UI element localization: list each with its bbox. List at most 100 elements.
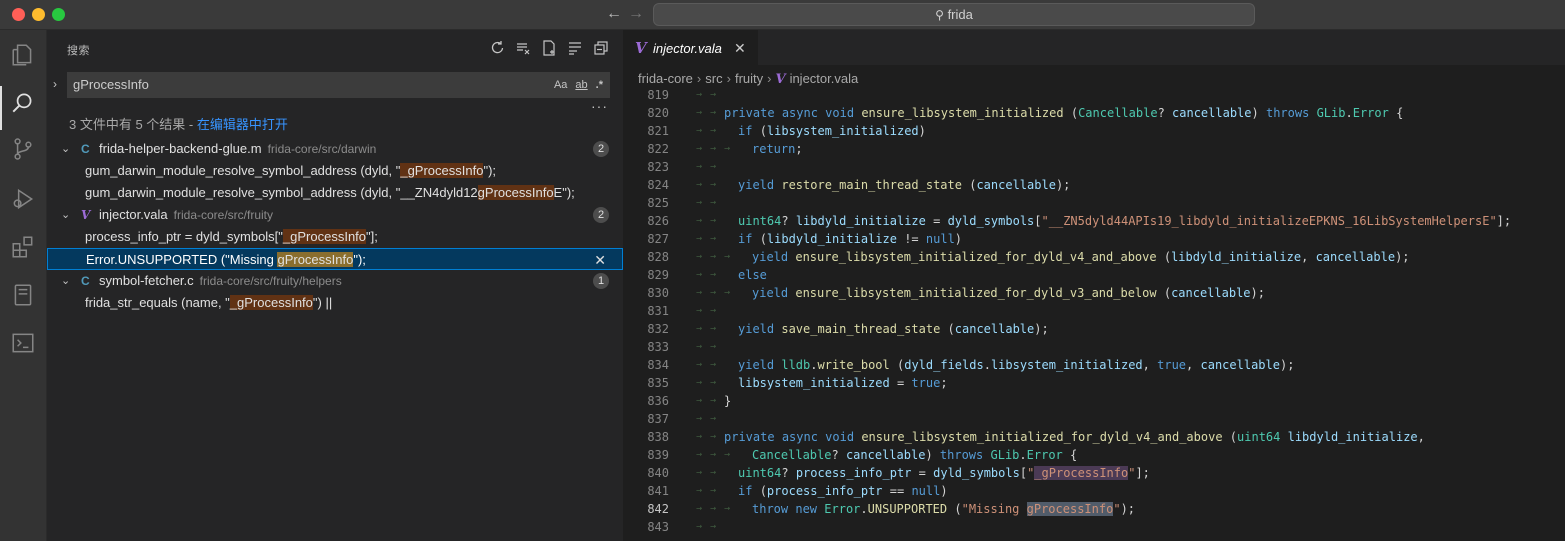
match-highlight: gProcessInfo: [477, 185, 554, 200]
command-center[interactable]: ⚲ frida: [653, 3, 1255, 26]
close-window-button[interactable]: [12, 8, 25, 21]
line-number: 824: [647, 178, 669, 192]
code-text: return;: [752, 142, 803, 156]
code-line[interactable]: 838 → → private async void ensure_libsystem…: [623, 428, 1565, 446]
code-line[interactable]: 829 → → else: [623, 266, 1565, 284]
match-text-before: frida_str_equals (name, ": [85, 295, 230, 310]
match-text-before: process_info_ptr = dyld_symbols[": [85, 229, 283, 244]
code-text: private async void ensure_libsystem_init…: [724, 106, 1404, 120]
match-highlight: _gProcessInfo: [400, 163, 484, 178]
code-line[interactable]: 841 → → if (process_info_ptr == null): [623, 482, 1565, 500]
match-text-after: "];: [366, 229, 378, 244]
chevron-down-icon[interactable]: ⌄: [61, 204, 70, 226]
code-line[interactable]: 835 → → libsystem_initialized = true;: [623, 374, 1565, 392]
collapse-all-icon[interactable]: [593, 40, 609, 56]
view-as-tree-icon[interactable]: [567, 40, 583, 56]
code-line[interactable]: 836 → →}: [623, 392, 1565, 410]
result-match-row[interactable]: gum_darwin_module_resolve_symbol_address…: [47, 182, 623, 204]
back-arrow-icon[interactable]: ←: [606, 5, 622, 23]
search-view-icon[interactable]: [10, 90, 36, 116]
result-file-row[interactable]: ⌄ C symbol-fetcher.c frida-core/src/fruit…: [47, 270, 623, 292]
code-line[interactable]: 830 → → → yield ensure_libsystem_initialized…: [623, 284, 1565, 302]
code-line[interactable]: 843 → →: [623, 518, 1565, 536]
breadcrumb-item[interactable]: fruity: [735, 71, 763, 86]
minimize-window-button[interactable]: [32, 8, 45, 21]
code-line[interactable]: 840 → → uint64? process_info_ptr = dyld_sym…: [623, 464, 1565, 482]
match-text-before: Error.UNSUPPORTED ("Missing: [86, 252, 278, 267]
breadcrumb-item[interactable]: injector.vala: [790, 71, 859, 86]
code-view[interactable]: 819 → → 820 → → private async void ensure_libs…: [623, 86, 1565, 541]
line-number: 838: [647, 430, 669, 444]
code-line[interactable]: 827 → → if (libdyld_initialize != null): [623, 230, 1565, 248]
breadcrumb-separator-icon: ›: [696, 71, 702, 86]
result-match-row[interactable]: gum_darwin_module_resolve_symbol_address…: [47, 160, 623, 182]
line-number: 822: [647, 142, 669, 156]
code-line[interactable]: 831 → →: [623, 302, 1565, 320]
command-center-text: frida: [947, 7, 973, 22]
extensions-icon[interactable]: [10, 234, 36, 260]
breadcrumb-item[interactable]: src: [705, 71, 722, 86]
refresh-icon[interactable]: [489, 40, 505, 56]
code-line[interactable]: 826 → → uint64? libdyld_initialize = dyld_s…: [623, 212, 1565, 230]
code-text: libsystem_initialized = true;: [738, 376, 948, 390]
toggle-replace-chevron-icon[interactable]: ›: [53, 77, 57, 91]
tab-injector-vala[interactable]: V injector.vala ✕: [623, 30, 758, 65]
code-line[interactable]: 822 → → → return;: [623, 140, 1565, 158]
code-line[interactable]: 828 → → → yield ensure_libsystem_initialized…: [623, 248, 1565, 266]
match-whole-word-toggle[interactable]: ab: [575, 73, 587, 97]
line-number: 836: [647, 394, 669, 408]
code-line[interactable]: 842 → → → throw new Error.UNSUPPORTED ("Miss…: [623, 500, 1565, 518]
code-line[interactable]: 820 → → private async void ensure_libsystem…: [623, 104, 1565, 122]
tab-bar: V injector.vala ✕: [623, 30, 1565, 65]
source-control-icon[interactable]: [10, 136, 36, 162]
explorer-icon[interactable]: [10, 42, 36, 68]
more-options-icon[interactable]: ···: [591, 98, 608, 114]
result-file-row[interactable]: ⌄ V injector.vala frida-core/src/fruity 2: [47, 204, 623, 226]
code-text: if (libsystem_initialized): [738, 124, 926, 138]
code-line[interactable]: 832 → → yield save_main_thread_state (cance…: [623, 320, 1565, 338]
chevron-down-icon[interactable]: ⌄: [61, 138, 70, 160]
result-match-row[interactable]: frida_str_equals (name, "_gProcessInfo")…: [47, 292, 623, 314]
dismiss-result-icon[interactable]: ✕: [594, 249, 606, 271]
result-match-row[interactable]: process_info_ptr = dyld_symbols["_gProce…: [47, 226, 623, 248]
terminal-icon[interactable]: [10, 330, 36, 356]
match-text-after: ");: [483, 163, 497, 178]
code-line[interactable]: 834 → → yield lldb.write_bool (dyld_fields.…: [623, 356, 1565, 374]
search-icon: ⚲: [935, 8, 944, 22]
result-file-path: frida-core/src/darwin: [267, 142, 377, 156]
remote-explorer-icon[interactable]: [10, 282, 36, 308]
code-line[interactable]: 833 → →: [623, 338, 1565, 356]
result-file-row[interactable]: ⌄ C frida-helper-backend-glue.m frida-cor…: [47, 138, 623, 160]
new-search-editor-icon[interactable]: [541, 40, 557, 56]
match-highlight: gProcessInfo: [277, 252, 354, 267]
match-text-before: gum_darwin_module_resolve_symbol_address…: [85, 185, 478, 200]
code-line[interactable]: 824 → → yield restore_main_thread_state (ca…: [623, 176, 1565, 194]
match-case-toggle[interactable]: Aa: [554, 73, 567, 97]
code-text: yield ensure_libsystem_initialized_for_d…: [752, 286, 1265, 300]
use-regex-toggle[interactable]: .*: [596, 73, 603, 97]
forward-arrow-icon[interactable]: →: [628, 5, 644, 23]
run-debug-icon[interactable]: [10, 186, 36, 212]
close-tab-icon[interactable]: ✕: [734, 40, 746, 57]
result-match-row-selected[interactable]: Error.UNSUPPORTED ("Missing gProcessInfo…: [47, 248, 623, 270]
search-input[interactable]: gProcessInfo Aa ab .*: [67, 72, 610, 98]
match-highlight: _gProcessInfo: [229, 295, 313, 310]
chevron-down-icon[interactable]: ⌄: [61, 270, 70, 292]
code-line[interactable]: 823 → →: [623, 158, 1565, 176]
breadcrumb-item[interactable]: frida-core: [638, 71, 693, 86]
code-line[interactable]: 837 → →: [623, 410, 1565, 428]
code-line[interactable]: 821 → → if (libsystem_initialized): [623, 122, 1565, 140]
zoom-window-button[interactable]: [52, 8, 65, 21]
code-text: throw new Error.UNSUPPORTED ("Missing gP…: [752, 502, 1136, 516]
vala-file-icon: V: [775, 72, 786, 87]
clear-results-icon[interactable]: [515, 40, 531, 56]
code-line[interactable]: 839 → → → Cancellable? cancellable) throws G…: [623, 446, 1565, 464]
code-line[interactable]: 819 → →: [623, 86, 1565, 104]
code-line[interactable]: 825 → →: [623, 194, 1565, 212]
result-file-name: frida-helper-backend-glue.m: [99, 141, 262, 156]
line-number: 831: [647, 304, 669, 318]
activity-bar: [0, 30, 47, 541]
search-options: Aa ab .*: [554, 73, 603, 97]
code-text: uint64? libdyld_initialize = dyld_symbol…: [738, 214, 1512, 228]
open-in-editor-link[interactable]: 在编辑器中打开: [197, 117, 288, 132]
